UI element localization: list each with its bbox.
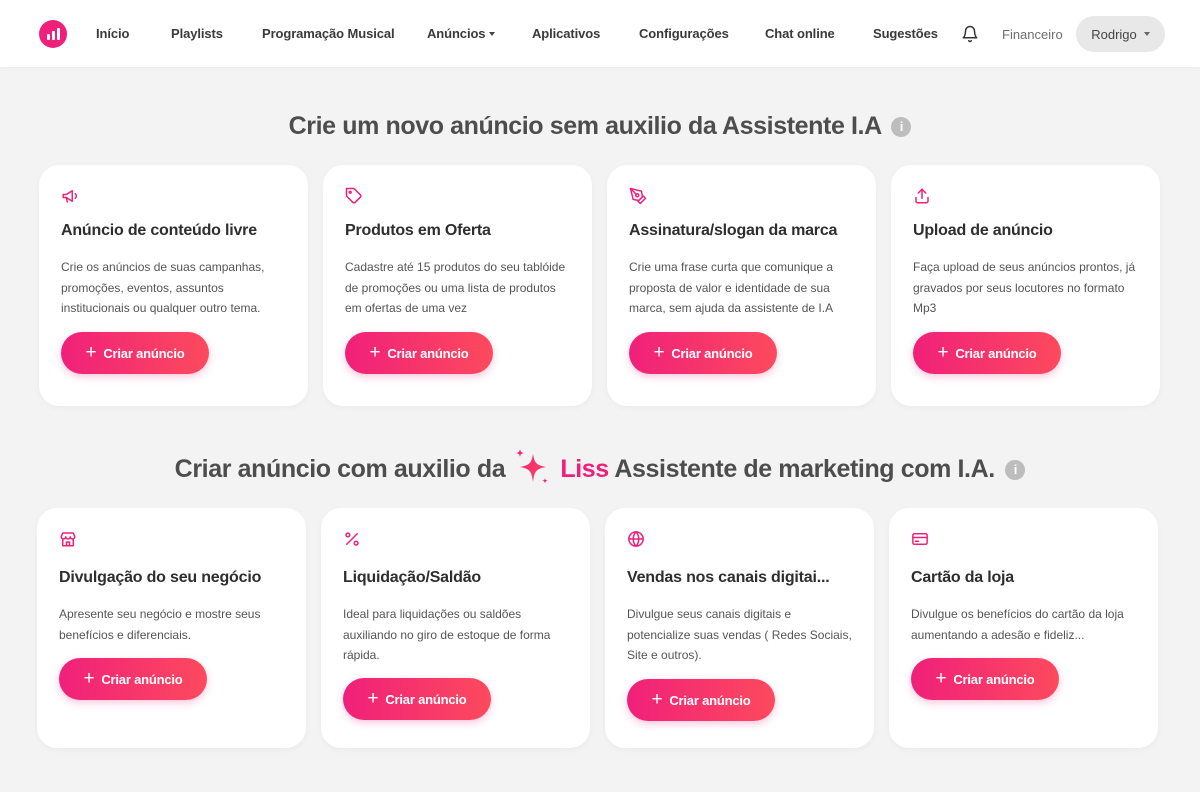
liss-brand: Liss	[560, 455, 609, 483]
plus-icon: +	[653, 341, 665, 363]
card-title: Liquidação/Saldão	[343, 569, 481, 586]
info-icon[interactable]: i	[1005, 460, 1026, 480]
create-ad-button[interactable]: + Criar anúncio	[913, 332, 1061, 374]
card-title: Divulgação do seu negócio	[59, 569, 262, 586]
credit-card-icon	[912, 533, 928, 545]
globe-icon	[628, 531, 644, 547]
card-description: Crie uma frase curta que comunique a pro…	[629, 260, 834, 315]
create-ad-label: Criar anúncio	[669, 692, 751, 708]
plus-icon: +	[85, 341, 97, 363]
plus-icon: +	[651, 688, 663, 710]
create-ad-button[interactable]: + Criar anúncio	[61, 332, 209, 374]
section-title-manual-text: Crie um novo anúncio sem auxilio da Assi…	[288, 112, 882, 140]
caret-down-icon	[489, 32, 496, 36]
ad-card-liquidacao: Liquidação/Saldão Ideal para liquidações…	[321, 508, 590, 748]
nav-sugestoes[interactable]: Sugestões	[873, 26, 938, 41]
pen-icon	[629, 187, 647, 205]
section-title-manual: Crie um novo anúncio sem auxilio da Assi…	[0, 112, 1200, 141]
create-ad-label: Criar anúncio	[385, 691, 467, 707]
nav-chat-online[interactable]: Chat online	[765, 26, 835, 41]
nav-aplicativos[interactable]: Aplicativos	[532, 26, 600, 41]
section-title-ai-before: Criar anúncio com auxilio da	[174, 455, 506, 483]
card-title: Assinatura/slogan da marca	[629, 222, 838, 239]
nav-programacao-musical[interactable]: Programação Musical	[262, 26, 395, 41]
logo-bar-chart-icon[interactable]	[39, 20, 67, 48]
create-ad-button[interactable]: + Criar anúncio	[343, 678, 491, 720]
user-name: Rodrigo	[1091, 26, 1137, 42]
plus-icon: +	[935, 667, 947, 689]
create-ad-label: Criar anúncio	[953, 671, 1035, 687]
ad-card-produtos-oferta: Produtos em Oferta Cadastre até 15 produ…	[323, 165, 592, 406]
create-ad-button[interactable]: + Criar anúncio	[629, 332, 777, 374]
card-description: Divulgue os benefícios do cartão da loja…	[911, 607, 1124, 642]
create-ad-label: Criar anúncio	[101, 671, 183, 687]
card-title: Cartão da loja	[911, 569, 1015, 586]
ad-card-cartao-loja: Cartão da loja Divulgue os benefícios do…	[889, 508, 1158, 748]
nav-configuracoes[interactable]: Configurações	[639, 26, 729, 41]
info-icon[interactable]: i	[891, 117, 912, 137]
create-ad-button[interactable]: + Criar anúncio	[627, 679, 775, 721]
section-title-ai-after: Assistente de marketing com I.A.	[614, 455, 995, 483]
section-title-ai: Criar anúncio com auxilio da Liss Assist…	[0, 447, 1200, 487]
ad-card-conteudo-livre: Anúncio de conteúdo livre Crie os anúnci…	[39, 165, 308, 406]
card-description: Apresente seu negócio e mostre seus bene…	[59, 607, 261, 642]
ad-card-upload: Upload de anúncio Faça upload de seus an…	[891, 165, 1160, 406]
plus-icon: +	[369, 341, 381, 363]
create-ad-label: Criar anúncio	[103, 345, 185, 361]
user-menu-button[interactable]: Rodrigo	[1076, 16, 1165, 52]
caret-down-icon	[1143, 32, 1150, 36]
upload-icon	[915, 188, 929, 204]
plus-icon: +	[937, 341, 949, 363]
card-description: Ideal para liquidações ou saldões auxili…	[343, 607, 551, 662]
ad-card-vendas-canais-digitais: Vendas nos canais digitai... Divulgue se…	[605, 508, 874, 748]
create-ad-button[interactable]: + Criar anúncio	[345, 332, 493, 374]
create-ad-label: Criar anúncio	[955, 345, 1037, 361]
card-title: Produtos em Oferta	[345, 222, 491, 239]
create-ad-button[interactable]: + Criar anúncio	[59, 658, 207, 700]
create-ad-button[interactable]: + Criar anúncio	[911, 658, 1059, 700]
card-title: Upload de anúncio	[913, 222, 1053, 239]
sparkle-icon	[515, 449, 548, 484]
top-navbar: Início Playlists Programação Musical Anú…	[0, 0, 1200, 67]
tag-icon	[345, 187, 362, 204]
create-ad-label: Criar anúncio	[387, 345, 469, 361]
nav-anuncios[interactable]: Anúncios	[427, 26, 496, 41]
card-description: Cadastre até 15 produtos do seu tablóide…	[345, 260, 566, 315]
card-description: Faça upload de seus anúncios prontos, já…	[913, 260, 1136, 315]
card-title: Anúncio de conteúdo livre	[61, 222, 257, 239]
nav-playlists[interactable]: Playlists	[171, 26, 223, 41]
store-icon	[60, 532, 76, 547]
ad-card-assinatura-slogan: Assinatura/slogan da marca Crie uma fras…	[607, 165, 876, 406]
percent-icon	[345, 532, 359, 546]
megaphone-icon	[62, 190, 77, 203]
plus-icon: +	[367, 687, 379, 709]
bell-icon[interactable]	[961, 25, 979, 43]
create-ad-label: Criar anúncio	[671, 345, 753, 361]
nav-financeiro[interactable]: Financeiro	[1002, 27, 1063, 42]
card-description: Divulgue seus canais digitais e potencia…	[627, 607, 852, 662]
nav-anuncios-label: Anúncios	[427, 26, 486, 41]
card-title: Vendas nos canais digitai...	[627, 569, 830, 586]
nav-inicio[interactable]: Início	[96, 26, 129, 41]
card-description: Crie os anúncios de suas campanhas, prom…	[61, 260, 265, 315]
plus-icon: +	[83, 667, 95, 689]
ad-card-divulgacao-negocio: Divulgação do seu negócio Apresente seu …	[37, 508, 306, 748]
